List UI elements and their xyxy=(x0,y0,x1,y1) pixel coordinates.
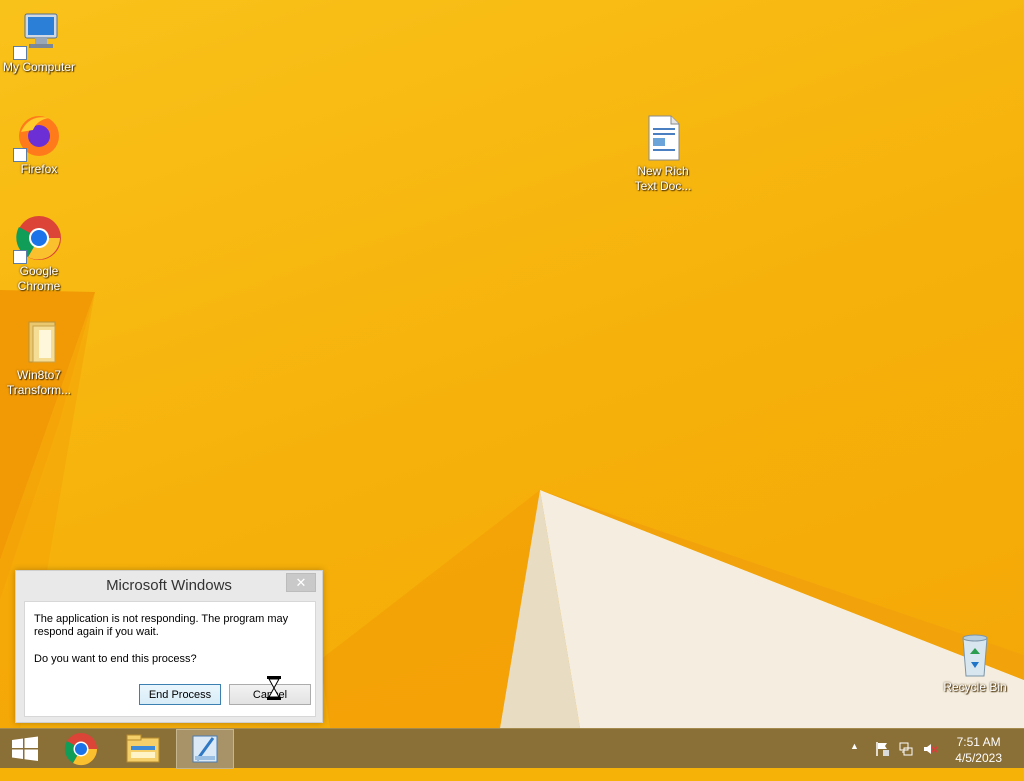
clock-date: 4/5/2023 xyxy=(955,751,1002,765)
computer-icon xyxy=(13,10,63,60)
recycle-bin-icon xyxy=(951,630,999,678)
dialog-title: Microsoft Windows xyxy=(106,577,232,594)
taskbar: ▲ 7:51 AM 4/5/2023 xyxy=(0,728,1024,769)
desktop-icon-label: Firefox xyxy=(20,162,58,176)
app-window-icon xyxy=(192,735,218,763)
chrome-icon xyxy=(64,733,98,766)
action-center-flag-icon[interactable] xyxy=(874,741,890,781)
taskbar-chrome-button[interactable] xyxy=(55,729,107,769)
clock-time: 7:51 AM xyxy=(956,735,1001,749)
file-explorer-icon xyxy=(126,734,160,763)
desktop-icon-label: Win8to7 Transform... xyxy=(6,368,72,397)
taskbar-file-explorer-button[interactable] xyxy=(117,729,169,769)
end-process-button[interactable]: End Process xyxy=(139,684,221,705)
taskbar-active-app-button[interactable] xyxy=(176,729,234,769)
shortcut-arrow-icon xyxy=(13,46,27,60)
document-icon xyxy=(639,114,687,162)
not-responding-dialog: Microsoft Windows ✕ The application is n… xyxy=(15,570,323,723)
windows-logo-icon xyxy=(12,736,38,761)
taskbar-clock[interactable]: 7:51 AM 4/5/2023 xyxy=(955,734,1002,766)
desktop-icon-label: Recycle Bin xyxy=(943,680,1007,694)
show-hidden-icons-button[interactable]: ▲ xyxy=(850,741,859,781)
desktop-icon-my-computer[interactable]: My Computer xyxy=(1,10,77,75)
dialog-close-button[interactable]: ✕ xyxy=(286,573,316,592)
folder-icon xyxy=(15,318,63,366)
desktop-icon-label: Google Chrome xyxy=(17,264,61,293)
desktop-icon-label: New Rich Text Doc... xyxy=(634,164,692,193)
desktop-icon-win8to7-folder[interactable]: Win8to7 Transform... xyxy=(1,318,77,398)
desktop-icon-recycle-bin[interactable]: Recycle Bin xyxy=(937,630,1013,695)
hourglass-cursor-icon xyxy=(266,676,282,700)
desktop-icon-rich-text-document[interactable]: New Rich Text Doc... xyxy=(625,114,701,194)
desktop-icon-google-chrome[interactable]: Google Chrome xyxy=(1,214,77,294)
shortcut-arrow-icon xyxy=(13,148,27,162)
dialog-titlebar[interactable]: Microsoft Windows ✕ xyxy=(16,571,322,601)
start-button[interactable] xyxy=(0,729,52,769)
desktop-icon-firefox[interactable]: Firefox xyxy=(1,112,77,177)
dialog-question: Do you want to end this process? xyxy=(34,653,197,665)
firefox-icon xyxy=(13,112,63,162)
volume-muted-icon[interactable] xyxy=(922,741,938,781)
shortcut-arrow-icon xyxy=(13,250,27,264)
dialog-message: The application is not responding. The p… xyxy=(34,613,289,638)
network-icon[interactable] xyxy=(898,741,914,781)
desktop-icon-label: My Computer xyxy=(2,60,76,74)
chrome-icon xyxy=(13,214,63,264)
